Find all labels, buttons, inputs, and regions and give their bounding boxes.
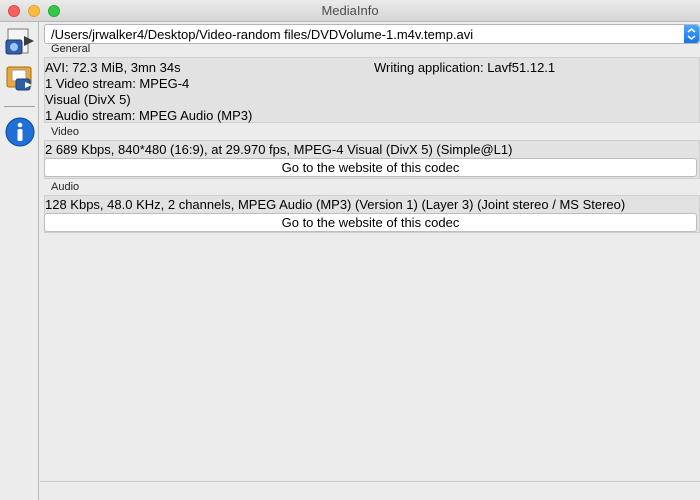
video-codec-website-button[interactable]: Go to the website of this codec xyxy=(44,158,697,177)
general-video-format: Visual (DivX 5) xyxy=(45,92,131,107)
general-video-stream: 1 Video stream: MPEG-4 xyxy=(45,76,190,91)
window-title: MediaInfo xyxy=(321,3,379,18)
file-selector-dropdown-button[interactable] xyxy=(684,25,699,43)
open-file-button[interactable] xyxy=(4,26,36,58)
main-panel: /Users/jrwalker4/Desktop/Video-random fi… xyxy=(40,22,700,500)
open-folder-button[interactable] xyxy=(4,62,36,94)
file-selector[interactable]: /Users/jrwalker4/Desktop/Video-random fi… xyxy=(44,24,700,44)
file-path-value: /Users/jrwalker4/Desktop/Video-random fi… xyxy=(51,27,474,42)
general-audio-stream: 1 Audio stream: MPEG Audio (MP3) xyxy=(45,108,253,123)
about-button[interactable] xyxy=(4,116,36,148)
audio-info: 128 Kbps, 48.0 KHz, 2 channels, MPEG Aud… xyxy=(45,197,626,212)
video-section-label: Video xyxy=(51,126,79,138)
sidebar xyxy=(0,22,39,500)
open-folder-icon xyxy=(6,66,32,91)
status-bar-divider xyxy=(40,481,700,482)
video-info: 2 689 Kbps, 840*480 (16:9), at 29.970 fp… xyxy=(45,142,513,157)
up-down-chevron-icon xyxy=(687,28,696,40)
general-section: AVI: 72.3 MiB, 3mn 34s Writing applicati… xyxy=(44,57,700,123)
audio-codec-website-button[interactable]: Go to the website of this codec xyxy=(44,213,697,232)
audio-section-label: Audio xyxy=(51,181,80,193)
info-icon xyxy=(5,117,35,147)
sidebar-divider xyxy=(4,106,35,107)
general-section-label: General xyxy=(51,43,91,55)
general-format-size-duration: AVI: 72.3 MiB, 3mn 34s xyxy=(45,60,181,75)
open-file-icon xyxy=(5,28,34,55)
title-bar: MediaInfo xyxy=(0,0,700,22)
general-writing-application: Writing application: Lavf51.12.1 xyxy=(374,60,556,75)
